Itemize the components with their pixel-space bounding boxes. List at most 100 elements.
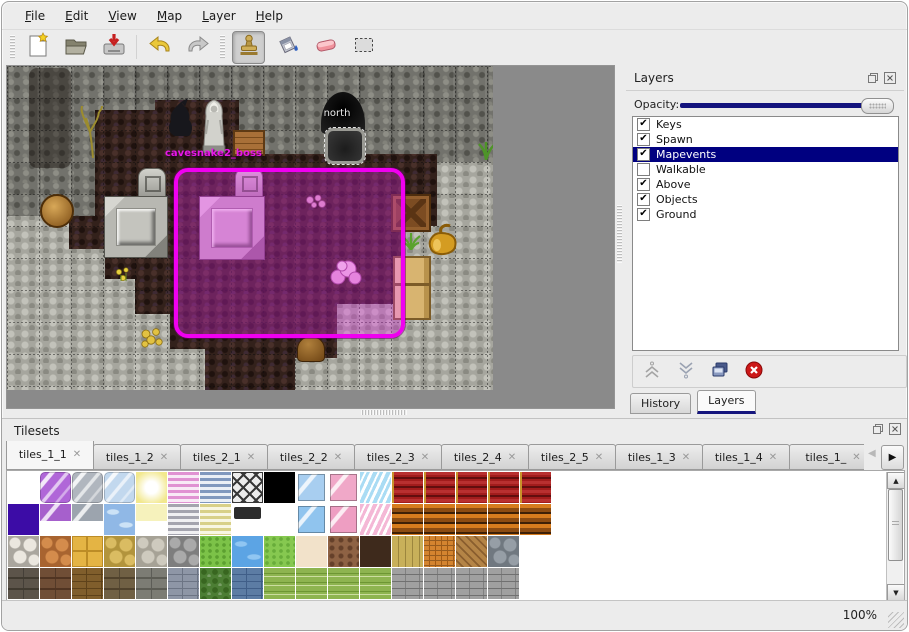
layer-row-objects[interactable]: ✔Objects	[633, 192, 898, 207]
palette-tile[interactable]	[200, 536, 231, 567]
palette-tile[interactable]	[8, 536, 39, 567]
palette-tile[interactable]	[296, 472, 327, 503]
opacity-slider[interactable]	[680, 98, 894, 113]
rect-select-tool-button[interactable]	[348, 32, 379, 63]
palette-tile[interactable]	[40, 568, 71, 599]
palette-tile[interactable]	[72, 472, 103, 503]
layer-visible-checkbox[interactable]: ✔	[637, 133, 650, 146]
tab-close-icon[interactable]: ✕	[769, 452, 777, 463]
layer-visible-checkbox[interactable]	[637, 163, 650, 176]
palette-tile[interactable]	[264, 568, 295, 599]
palette-tile[interactable]	[488, 536, 519, 567]
palette-tile[interactable]	[40, 536, 71, 567]
palette-tile[interactable]	[136, 472, 167, 503]
layer-visible-checkbox[interactable]: ✔	[637, 193, 650, 206]
scroll-down-button[interactable]: ▼	[887, 584, 905, 601]
toolbar-drag-handle[interactable]	[10, 35, 15, 59]
dock-tab-history[interactable]: History	[630, 393, 691, 414]
layer-visible-checkbox[interactable]: ✔	[637, 118, 650, 131]
map-canvas[interactable]: cavesnake2_boss north	[7, 66, 493, 390]
float-panel-button[interactable]	[871, 423, 884, 436]
raise-layer-button[interactable]	[641, 361, 663, 383]
palette-tile[interactable]	[200, 472, 231, 503]
palette-tile[interactable]	[328, 536, 359, 567]
palette-tile[interactable]	[392, 504, 423, 535]
palette-tile[interactable]	[392, 536, 423, 567]
tab-close-icon[interactable]: ✕	[247, 452, 255, 463]
palette-tile[interactable]	[72, 568, 103, 599]
palette-tile[interactable]	[264, 472, 295, 503]
close-panel-button[interactable]	[888, 423, 901, 436]
undo-button[interactable]	[144, 32, 175, 63]
horizontal-splitter[interactable]	[6, 407, 622, 418]
palette-tile[interactable]	[296, 568, 327, 599]
palette-tile[interactable]	[104, 536, 135, 567]
layer-row-ground[interactable]: ✔Ground	[633, 207, 898, 222]
tab-close-icon[interactable]: ✕	[852, 452, 860, 463]
palette-tile[interactable]	[136, 568, 167, 599]
palette-tile[interactable]	[40, 504, 71, 535]
layer-visible-checkbox[interactable]: ✔	[637, 178, 650, 191]
palette-tile[interactable]	[296, 536, 327, 567]
float-panel-button[interactable]	[866, 72, 879, 85]
palette-tile[interactable]	[360, 568, 391, 599]
lower-layer-button[interactable]	[675, 361, 697, 383]
palette-tile[interactable]	[264, 504, 295, 535]
menu-view[interactable]: View	[99, 6, 145, 26]
vertical-splitter[interactable]	[613, 65, 626, 407]
palette-tile[interactable]	[168, 504, 199, 535]
dock-tab-layers[interactable]: Layers	[697, 390, 755, 414]
palette-tile[interactable]	[232, 568, 263, 599]
palette-tile[interactable]	[520, 472, 551, 503]
palette-tile[interactable]	[72, 504, 103, 535]
palette-tile[interactable]	[456, 536, 487, 567]
palette-tile[interactable]	[520, 536, 551, 567]
tileset-tab-tiles_1_3[interactable]: tiles_1_3✕	[615, 444, 703, 470]
tileset-tab-tiles_1_2[interactable]: tiles_1_2✕	[93, 444, 181, 470]
tab-scroll-right-button[interactable]: ▶	[881, 445, 904, 470]
fill-tool-button[interactable]	[272, 32, 303, 63]
palette-tile[interactable]	[232, 536, 263, 567]
layer-row-mapevents[interactable]: ✔Mapevents	[633, 147, 898, 162]
duplicate-layer-button[interactable]	[709, 361, 731, 383]
palette-tile[interactable]	[488, 504, 519, 535]
layer-row-above[interactable]: ✔Above	[633, 177, 898, 192]
palette-tile[interactable]	[104, 568, 135, 599]
palette-tile[interactable]	[264, 536, 295, 567]
palette-tile[interactable]	[488, 472, 519, 503]
layer-row-spawn[interactable]: ✔Spawn	[633, 132, 898, 147]
close-panel-button[interactable]	[883, 72, 896, 85]
menu-map[interactable]: Map	[148, 6, 191, 26]
palette-tile[interactable]	[136, 536, 167, 567]
menu-edit[interactable]: Edit	[56, 6, 97, 26]
palette-tile[interactable]	[328, 504, 359, 535]
cave-entrance-hole-selected[interactable]	[325, 128, 365, 164]
layer-visible-checkbox[interactable]: ✔	[637, 208, 650, 221]
tab-close-icon[interactable]: ✕	[334, 452, 342, 463]
palette-tile[interactable]	[424, 472, 455, 503]
layer-visible-checkbox[interactable]: ✔	[637, 148, 650, 161]
palette-tile[interactable]	[104, 504, 135, 535]
opacity-slider-handle[interactable]	[861, 98, 894, 114]
palette-tile[interactable]	[72, 536, 103, 567]
tab-close-icon[interactable]: ✕	[160, 452, 168, 463]
palette-tile[interactable]	[520, 504, 551, 535]
palette-tile[interactable]	[520, 568, 551, 599]
delete-layer-button[interactable]	[743, 361, 765, 383]
toolbar-drag-handle[interactable]	[220, 35, 225, 59]
palette-tile[interactable]	[136, 504, 167, 535]
palette-tile[interactable]	[200, 504, 231, 535]
palette-tile[interactable]	[456, 568, 487, 599]
palette-tile[interactable]	[200, 568, 231, 599]
tileset-tab-tiles_2_5[interactable]: tiles_2_5✕	[528, 444, 616, 470]
palette-tile[interactable]	[360, 536, 391, 567]
save-button[interactable]	[98, 32, 129, 63]
menu-layer[interactable]: Layer	[193, 6, 244, 26]
resize-grip[interactable]	[888, 612, 904, 628]
palette-tile[interactable]	[168, 472, 199, 503]
palette-tile[interactable]	[456, 472, 487, 503]
palette-tile[interactable]	[488, 568, 519, 599]
map-viewport[interactable]: cavesnake2_boss north	[6, 65, 615, 409]
tab-close-icon[interactable]: ✕	[682, 452, 690, 463]
open-file-button[interactable]	[60, 32, 91, 63]
